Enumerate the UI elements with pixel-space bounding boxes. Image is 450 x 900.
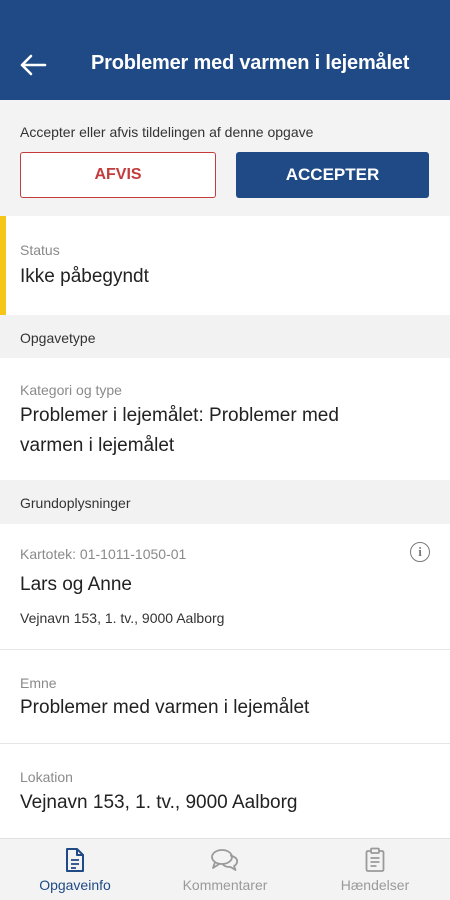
status-card[interactable]: Status Ikke påbegyndt	[0, 216, 450, 315]
nav-label: Kommentarer	[182, 877, 268, 893]
task-type-card: Kategori og type Problemer i lejemålet: …	[0, 358, 450, 480]
file-number-label: Kartotek: 01-1011-1050-01	[20, 546, 187, 562]
nav-item-events[interactable]: Hændelser	[300, 839, 450, 900]
bottom-navigation: Opgaveinfo Kommentarer Hændelser	[0, 838, 450, 900]
category-label: Kategori og type	[20, 382, 122, 398]
location-value: Vejnavn 153, 1. tv., 9000 Aalborg	[20, 792, 298, 813]
status-label: Status	[20, 242, 60, 258]
tenant-address: Vejnavn 153, 1. tv., 9000 Aalborg	[20, 610, 225, 626]
subject-label: Emne	[20, 675, 57, 691]
reject-button[interactable]: AFVIS	[20, 152, 216, 198]
section-header-task-type: Opgavetype	[0, 315, 450, 358]
basic-info-card: Kartotek: 01-1011-1050-01 i Lars og Anne…	[0, 524, 450, 838]
app-bar: Problemer med varmen i lejemålet	[0, 0, 450, 100]
status-accent-bar	[0, 216, 6, 315]
nav-item-task-info[interactable]: Opgaveinfo	[0, 839, 150, 900]
section-title: Grundoplysninger	[20, 495, 131, 511]
section-header-basic-info: Grundoplysninger	[0, 480, 450, 524]
divider	[0, 743, 450, 744]
accept-button[interactable]: ACCEPTER	[236, 152, 429, 198]
nav-label: Opgaveinfo	[39, 877, 111, 893]
back-button[interactable]	[16, 48, 50, 82]
clipboard-icon	[365, 847, 385, 872]
assignment-panel: Accepter eller afvis tildelingen af denn…	[0, 100, 450, 216]
section-title: Opgavetype	[20, 330, 96, 346]
category-value-line1: Problemer i lejemålet: Problemer med	[20, 405, 339, 426]
tenant-name: Lars og Anne	[20, 574, 132, 595]
location-label: Lokation	[20, 769, 73, 785]
page-title: Problemer med varmen i lejemålet	[91, 52, 410, 74]
assignment-prompt: Accepter eller afvis tildelingen af denn…	[20, 124, 314, 140]
divider	[0, 649, 450, 650]
chat-icon	[211, 849, 239, 871]
nav-item-comments[interactable]: Kommentarer	[150, 839, 300, 900]
info-icon[interactable]: i	[410, 542, 430, 562]
nav-label: Hændelser	[340, 877, 410, 893]
category-value-line2: varmen i lejemålet	[20, 435, 175, 456]
status-value: Ikke påbegyndt	[20, 266, 149, 287]
subject-value: Problemer med varmen i lejemålet	[20, 697, 310, 718]
document-icon	[66, 848, 84, 872]
arrow-left-icon	[20, 54, 47, 76]
